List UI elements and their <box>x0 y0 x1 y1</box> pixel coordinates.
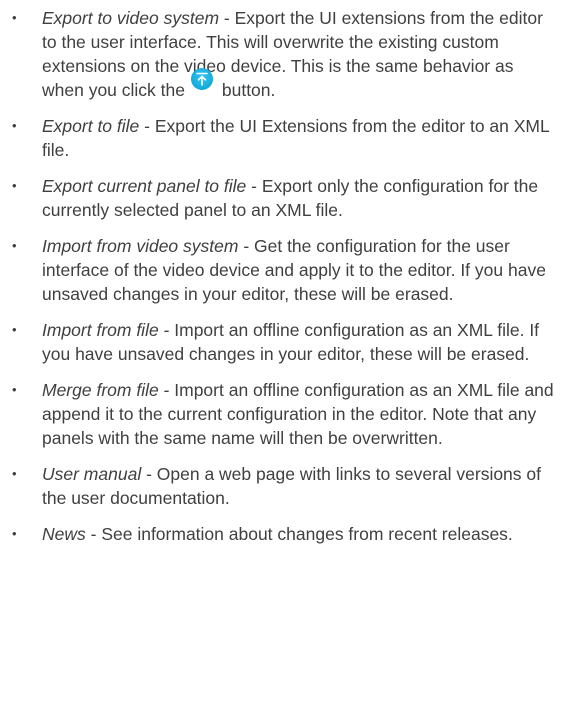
item-term: Import from file <box>42 320 159 340</box>
bullet: • <box>12 526 17 541</box>
bullet: • <box>12 238 17 253</box>
export-upload-icon <box>191 68 213 90</box>
list-item-export-current-panel-to-file: • Export current panel to file - Export … <box>10 174 557 222</box>
item-description-tail: button. <box>217 80 276 100</box>
menu-description-list: • Export to video system - Export the UI… <box>10 6 557 546</box>
item-term: Merge from file <box>42 380 159 400</box>
bullet: • <box>12 382 17 397</box>
list-item-news: • News - See information about changes f… <box>10 522 557 546</box>
list-item-import-from-video-system: • Import from video system - Get the con… <box>10 234 557 306</box>
list-item-import-from-file: • Import from file - Import an offline c… <box>10 318 557 366</box>
item-term: Export to file <box>42 116 140 136</box>
bullet: • <box>12 178 17 193</box>
item-description: - See information about changes from rec… <box>85 524 513 544</box>
document-body: • Export to video system - Export the UI… <box>0 0 571 546</box>
bullet: • <box>12 466 17 481</box>
item-term: Export to video system <box>42 8 220 28</box>
list-item-export-to-file: • Export to file - Export the UI Extensi… <box>10 114 557 162</box>
item-term: Export current panel to file <box>42 176 247 196</box>
item-term: News <box>42 524 86 544</box>
item-term: Import from video system <box>42 236 239 256</box>
bullet: • <box>12 118 17 133</box>
list-item-merge-from-file: • Merge from file - Import an offline co… <box>10 378 557 450</box>
list-item-export-to-video-system: • Export to video system - Export the UI… <box>10 6 557 102</box>
item-term: User manual <box>42 464 142 484</box>
bullet: • <box>12 322 17 337</box>
list-item-user-manual: • User manual - Open a web page with lin… <box>10 462 557 510</box>
bullet: • <box>12 10 17 25</box>
